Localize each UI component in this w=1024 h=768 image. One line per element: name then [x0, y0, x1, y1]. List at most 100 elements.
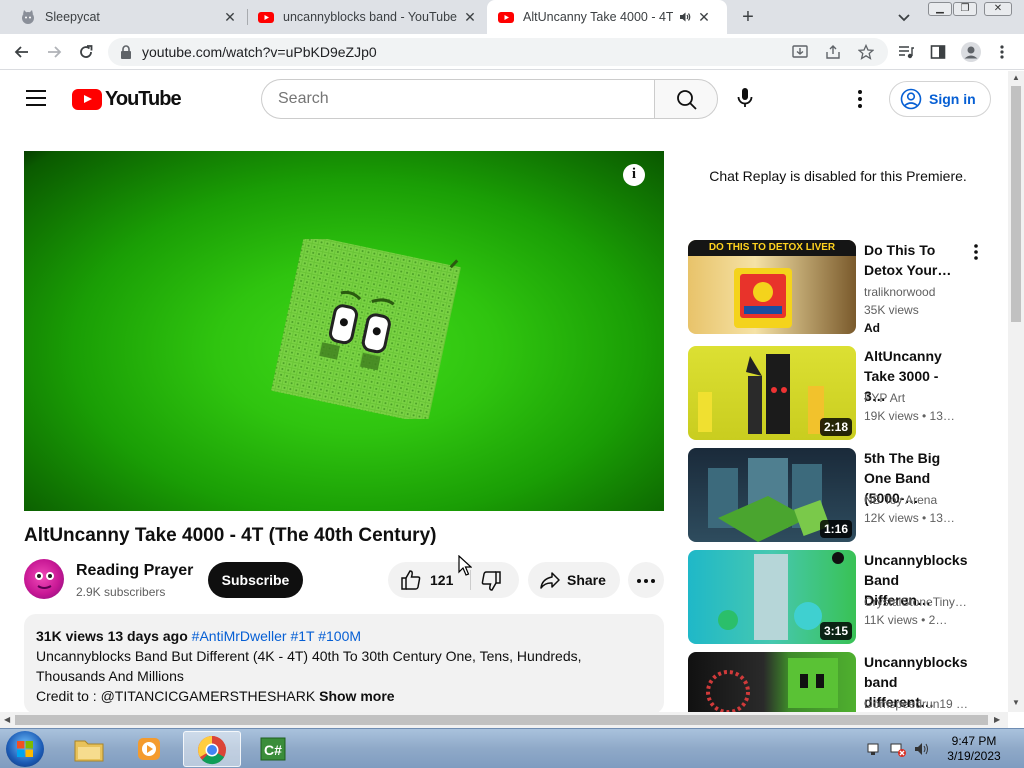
more-actions-button[interactable] [628, 562, 664, 598]
file-explorer-taskbar-button[interactable] [60, 731, 118, 767]
close-tab-icon[interactable]: ✕ [461, 8, 479, 26]
search-box[interactable] [261, 79, 654, 119]
reload-icon[interactable] [76, 42, 96, 62]
install-app-icon[interactable] [792, 44, 808, 60]
subscribe-button[interactable]: Subscribe [208, 562, 303, 598]
csharp-icon: C# [260, 737, 286, 761]
chat-replay-notice: Chat Replay is disabled for this Premier… [709, 168, 967, 184]
close-tab-icon[interactable]: ✕ [221, 8, 239, 26]
search-input[interactable] [278, 89, 638, 109]
baking-soda-box-icon [734, 268, 792, 328]
search-button[interactable] [654, 79, 718, 119]
channel-name[interactable]: Reading Prayer [76, 562, 193, 580]
share-page-icon[interactable] [825, 44, 841, 60]
minimize-window-button[interactable]: ▁ [928, 2, 952, 16]
horizontal-scrollbar[interactable]: ◀ ▶ [0, 712, 1008, 728]
recommendation-item[interactable]: DO THIS TO DETOX LIVER Do This To Detox … [688, 240, 988, 335]
share-button[interactable]: Share [528, 562, 620, 598]
address-bar[interactable]: youtube.com/watch?v=uPbKD9eZJp0 [108, 38, 888, 66]
channel-avatar[interactable] [24, 559, 64, 599]
system-clock[interactable]: 9:47 PM 3/19/2023 [944, 734, 1004, 764]
ad-badge: Ad [864, 321, 880, 335]
avatar-character-icon [35, 572, 54, 589]
thumbnail-caption: DO THIS TO DETOX LIVER [688, 240, 856, 256]
lock-icon[interactable] [120, 45, 132, 59]
recommendation-thumbnail[interactable]: 2:18 [688, 346, 856, 440]
recommendation-channel[interactable]: NB Toy Arena [864, 493, 968, 507]
subscriber-count: 2.9K subscribers [76, 585, 166, 599]
description-text: Uncannyblocks Band But Different (4K - 4… [36, 648, 582, 684]
bookmark-star-icon[interactable] [858, 44, 874, 60]
side-panel-icon[interactable] [930, 44, 946, 60]
tab-search-chevron-icon[interactable] [896, 9, 912, 25]
tab-uncannyblocks-band[interactable]: uncannyblocks band - YouTube ✕ [248, 0, 487, 34]
action-center-flag-icon[interactable] [866, 741, 882, 757]
new-tab-button[interactable]: + [738, 7, 758, 27]
media-queue-icon[interactable] [898, 44, 914, 60]
browser-menu-icon[interactable] [996, 44, 1008, 60]
restore-window-button[interactable]: ❐ [953, 2, 977, 16]
recommendation-channel[interactable]: Domspeedrun19 … [864, 697, 968, 711]
recommendation-thumbnail[interactable]: 1:16 [688, 448, 856, 542]
network-warning-icon[interactable] [890, 741, 906, 757]
dislike-button[interactable] [478, 562, 518, 598]
recommendation-more-icon[interactable] [968, 242, 984, 262]
chrome-taskbar-button[interactable] [183, 731, 241, 767]
hashtags[interactable]: #AntiMrDweller #1T #100M [192, 628, 361, 644]
show-more-button[interactable]: Show more [319, 688, 394, 704]
clock-date: 3/19/2023 [947, 749, 1001, 763]
youtube-logo[interactable]: YouTube [72, 88, 182, 110]
scroll-left-arrow-icon[interactable]: ◀ [4, 715, 10, 724]
clock-time: 9:47 PM [951, 734, 997, 748]
youtube-favicon-icon [258, 12, 274, 23]
recommendation-meta: 35K views [864, 303, 919, 317]
recommendation-item[interactable]: 2:18 AltUncanny Take 3000 - 3… FYP Art 1… [688, 346, 988, 440]
recommendation-thumbnail[interactable] [688, 652, 856, 712]
tab-title: Sleepycat [45, 10, 100, 24]
description-meta: 31K views 13 days ago #AntiMrDweller #1T… [36, 626, 652, 646]
video-title: AltUncanny Take 4000 - 4T (The 40th Cent… [24, 525, 437, 546]
csharp-editor-taskbar-button[interactable]: C# [245, 731, 303, 767]
recommendation-channel[interactable]: traliknorwood [864, 285, 968, 299]
recommendation-item[interactable]: Uncannyblocks band different… Domspeedru… [688, 652, 988, 712]
scroll-up-arrow-icon[interactable]: ▲ [1012, 73, 1020, 82]
vertical-scroll-thumb[interactable] [1011, 86, 1021, 322]
start-button[interactable] [6, 731, 44, 767]
share-label: Share [567, 572, 606, 588]
speaker-icon[interactable] [679, 11, 691, 23]
recommendation-item[interactable]: 1:16 5th The Big One Band (5000-… NB Toy… [688, 448, 988, 542]
tab-sleepycat[interactable]: Sleepycat ✕ [0, 0, 247, 34]
settings-more-icon[interactable] [850, 87, 870, 111]
media-player-icon [138, 738, 160, 760]
close-tab-icon[interactable]: ✕ [695, 8, 713, 26]
media-player-taskbar-button[interactable] [121, 731, 179, 767]
scroll-right-arrow-icon[interactable]: ▶ [994, 715, 1000, 724]
close-window-button[interactable]: ✕ [984, 2, 1012, 16]
volume-icon[interactable] [914, 741, 930, 757]
profile-avatar-icon[interactable] [961, 42, 981, 62]
horizontal-scroll-thumb[interactable] [15, 715, 988, 725]
svg-text:C#: C# [264, 742, 282, 758]
description-box[interactable]: 31K views 13 days ago #AntiMrDweller #1T… [24, 614, 664, 714]
chrome-icon [198, 736, 226, 765]
like-button[interactable]: 121 [388, 562, 468, 598]
scroll-down-arrow-icon[interactable]: ▼ [1012, 698, 1020, 707]
vertical-scrollbar[interactable]: ▲ ▼ [1008, 71, 1024, 712]
recommendation-meta: 19K views • 13… [864, 409, 955, 423]
forward-arrow-icon[interactable] [44, 42, 64, 62]
tab-altuncanny-take-4000[interactable]: AltUncanny Take 4000 - 4T (1 ✕ [487, 0, 727, 34]
recommendation-channel[interactable]: FYP Art [864, 391, 968, 405]
recommendation-channel[interactable]: CrystalStoneTiny… [864, 595, 968, 609]
recommendation-thumbnail[interactable]: 3:15 [688, 550, 856, 644]
sign-in-button[interactable]: Sign in [889, 81, 991, 117]
back-arrow-icon[interactable] [12, 42, 32, 62]
recommendation-title[interactable]: Do This To Detox Your… [864, 240, 962, 280]
guide-menu-icon[interactable] [26, 90, 46, 108]
microphone-icon[interactable] [733, 86, 757, 110]
video-player[interactable] [24, 151, 664, 511]
recommendation-meta: 11K views • 2… [864, 613, 948, 627]
youtube-play-logo-icon [72, 88, 102, 110]
info-icon[interactable] [623, 164, 645, 186]
recommendation-item[interactable]: 3:15 Uncannyblocks Band Differen… Crysta… [688, 550, 988, 644]
recommendation-thumbnail[interactable]: DO THIS TO DETOX LIVER [688, 240, 856, 334]
